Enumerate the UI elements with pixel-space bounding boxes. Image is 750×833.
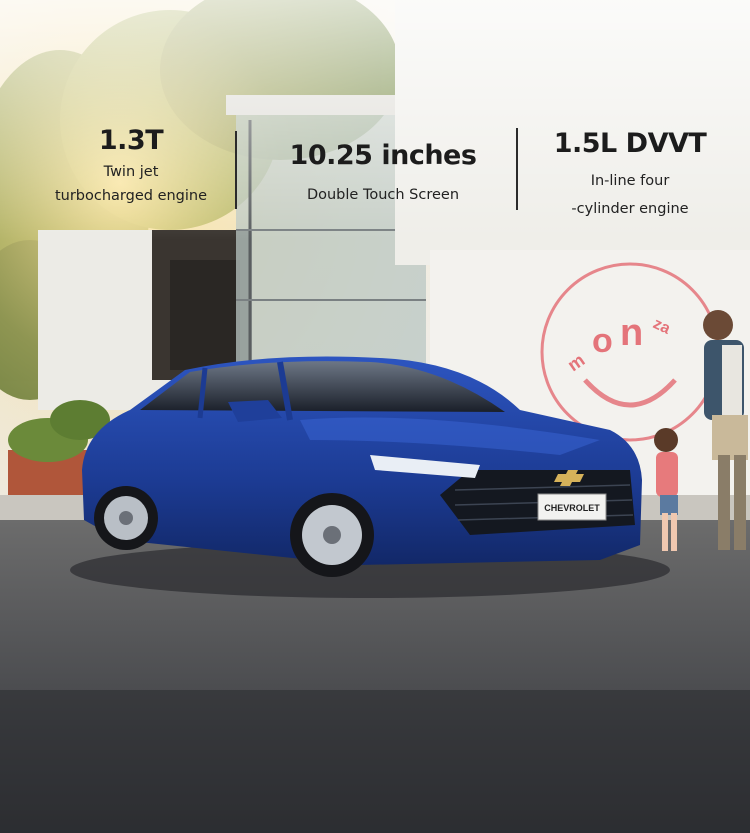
spec-line: turbocharged engine <box>54 188 208 204</box>
svg-text:n: n <box>620 312 643 354</box>
spec-engine-turbo: 1.3T Twin jet turbocharged engine <box>38 127 224 208</box>
spec-headline: 10.25 inches <box>289 140 477 171</box>
spec-headline: 1.3T <box>98 125 164 156</box>
spec-touch-screen: 10.25 inches Double Touch Screen <box>282 142 484 207</box>
spec-line: In-line four <box>590 173 670 189</box>
spec-engine-dvvt: 1.5L DVVT In-line four -cylinder engine <box>540 130 720 221</box>
divider <box>235 131 237 209</box>
svg-text:o: o <box>592 322 613 360</box>
spec-line: -cylinder engine <box>571 201 689 217</box>
divider <box>516 128 518 210</box>
svg-text:CHEVROLET: CHEVROLET <box>544 503 600 513</box>
spec-line: Double Touch Screen <box>306 187 460 203</box>
promo-banner: m o n za CHEVROLET 1.3T Twin jet turboch… <box>0 0 750 833</box>
spec-headline: 1.5L DVVT <box>553 128 707 159</box>
spec-line: Twin jet <box>103 164 159 180</box>
